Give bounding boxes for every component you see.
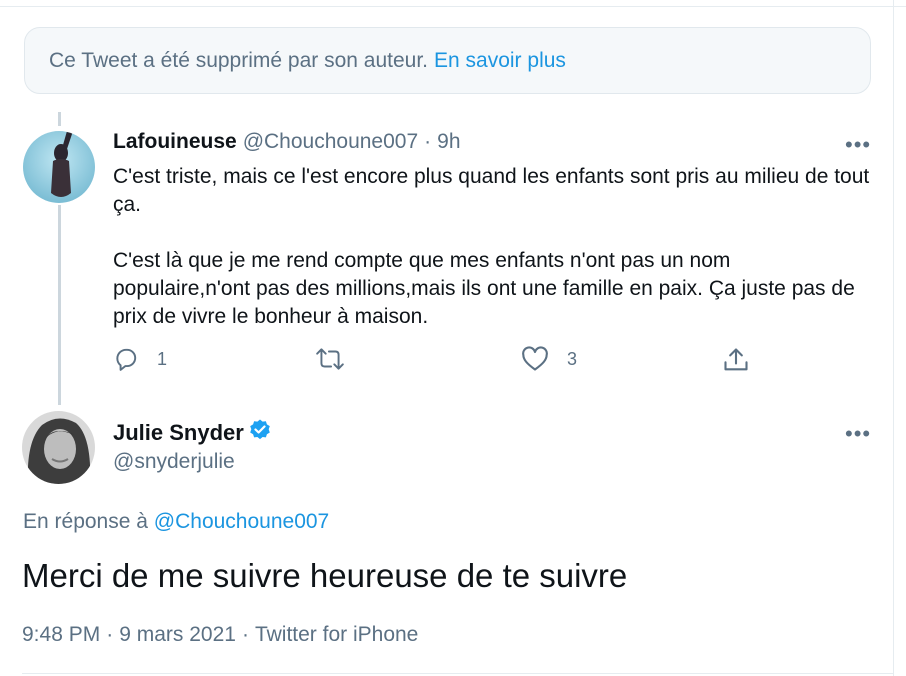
- avatar-julie-snyder[interactable]: [22, 411, 95, 484]
- main-author-name-row: Julie Snyder: [113, 418, 272, 448]
- bottom-divider: [22, 673, 893, 674]
- share-icon: [722, 346, 750, 374]
- tweet-date[interactable]: 9 mars 2021: [119, 623, 236, 647]
- reply-to-mention-link[interactable]: @Chouchoune007: [154, 510, 329, 533]
- like-button[interactable]: 3: [521, 346, 577, 372]
- tweet-paragraph: C'est là que je me rend compte que mes e…: [113, 249, 855, 328]
- reply-button[interactable]: 1: [113, 346, 167, 372]
- main-author-name[interactable]: Julie Snyder: [113, 420, 244, 446]
- tweet-paragraph: C'est triste, mais ce l'est encore plus …: [113, 165, 870, 216]
- reply-count: 1: [157, 348, 168, 369]
- retweet-icon: [315, 346, 345, 372]
- tweet-metadata: 9:48 PM · 9 mars 2021 · Twitter for iPho…: [22, 623, 418, 647]
- thread-line: [58, 205, 61, 405]
- retweet-button[interactable]: [315, 346, 345, 372]
- author-handle[interactable]: @Chouchoune007: [243, 130, 418, 154]
- reply-tweet-header: Lafouineuse @Chouchoune007 · 9h: [113, 130, 461, 154]
- reply-icon: [113, 346, 139, 372]
- learn-more-link[interactable]: En savoir plus: [434, 49, 566, 73]
- top-divider: [0, 6, 906, 7]
- right-divider: [893, 0, 894, 676]
- separator: ·: [424, 130, 432, 153]
- avatar-lafouineuse[interactable]: [23, 131, 95, 203]
- reply-to-prefix: En réponse à: [23, 510, 148, 533]
- main-tweet-text: Merci de me suivre heureuse de te suivre: [22, 557, 628, 594]
- separator: ·: [241, 623, 249, 646]
- heart-icon: [521, 346, 549, 372]
- more-horizontal-icon[interactable]: •••: [845, 134, 871, 156]
- verified-badge-icon: [248, 418, 272, 448]
- like-count: 3: [567, 348, 578, 369]
- author-name[interactable]: Lafouineuse: [113, 130, 237, 154]
- tweet-time[interactable]: 9h: [437, 130, 460, 154]
- deleted-tweet-notice: Ce Tweet a été supprimé par son auteur. …: [24, 27, 871, 94]
- separator: ·: [106, 623, 114, 646]
- reply-to-line: En réponse à @Chouchoune007: [23, 510, 329, 534]
- main-author-handle[interactable]: @snyderjulie: [113, 450, 235, 474]
- share-button[interactable]: [722, 346, 750, 374]
- more-horizontal-icon[interactable]: •••: [845, 423, 871, 445]
- deleted-tweet-message: Ce Tweet a été supprimé par son auteur.: [49, 48, 429, 72]
- tweet-time[interactable]: 9:48 PM: [22, 623, 100, 647]
- reply-tweet-text: C'est triste, mais ce l'est encore plus …: [113, 163, 873, 331]
- tweet-source-link[interactable]: Twitter for iPhone: [255, 623, 418, 647]
- thread-line-top: [58, 112, 61, 126]
